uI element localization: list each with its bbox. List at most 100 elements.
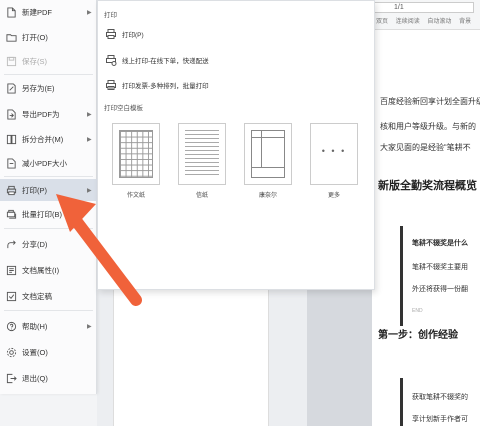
- save-as-icon: [0, 82, 22, 94]
- doc-heading: 第一步：创作经验: [378, 330, 458, 341]
- doc-text-line: 百度经验新回享计划全面升级: [380, 97, 480, 106]
- menu-item-label: 拆分合并(M): [22, 134, 64, 144]
- doc-text-line: 核和用户等级升级。与新的: [380, 122, 476, 131]
- template-label: 康奈尔: [258, 193, 277, 199]
- split-merge-icon: [0, 134, 22, 145]
- menu-item-label: 保存(S): [22, 56, 47, 66]
- blank-template-gallery: 作文纸 信纸 康奈尔 • • • 更多: [112, 123, 370, 203]
- menu-divider: [4, 228, 93, 229]
- menu-item-label: 文档定稿: [22, 291, 52, 301]
- toolbar-item-continuous[interactable]: 连续阅读: [396, 19, 420, 25]
- template-thumbnail: [178, 123, 226, 185]
- batch-print-icon: [0, 209, 22, 220]
- invoice-print-icon: [100, 79, 122, 91]
- file-menu: 新建PDF ▶ 打开(O) 保存(S) 另存为(E) 导出PDF为 ▶ 拆分合并…: [0, 0, 97, 394]
- menu-item-label: 退出(Q): [22, 373, 48, 383]
- quote-bar: [400, 226, 403, 326]
- doc-text-line: 外还将获得一份翻: [412, 286, 468, 293]
- template-thumbnail: [112, 123, 160, 185]
- template-cornell[interactable]: 康奈尔: [244, 123, 292, 203]
- chevron-right-icon: ▶: [87, 9, 92, 16]
- view-toolbar-items: 双页 连续阅读 自动滚动 背景: [376, 16, 477, 25]
- chevron-right-icon: ▶: [87, 136, 92, 143]
- doc-properties-icon: [0, 265, 22, 276]
- submenu-item-invoice-print[interactable]: 打印发票-多种排列，批量打印: [100, 74, 374, 96]
- doc-text-line: 大家见面的是经验“笔耕不: [380, 143, 471, 152]
- menu-item-open[interactable]: 打开(O): [0, 26, 97, 48]
- quote-bar: [400, 378, 403, 426]
- menu-item-compress-pdf[interactable]: 减小PDF大小: [0, 152, 97, 174]
- submenu-item-online-print[interactable]: 线上打印-在线下单，快递配送: [100, 49, 374, 71]
- gear-icon: [0, 347, 22, 358]
- share-icon: [0, 239, 22, 250]
- menu-item-settings[interactable]: 设置(O): [0, 341, 97, 363]
- toolbar-item-background[interactable]: 背景: [459, 19, 471, 25]
- menu-item-doc-finalize[interactable]: 文档定稿: [0, 285, 97, 307]
- menu-divider: [4, 310, 93, 311]
- page-thumbnail-area: [97, 290, 307, 426]
- page-indicator-box[interactable]: [374, 2, 474, 13]
- new-pdf-icon: [0, 6, 22, 18]
- submenu-item-label: 打印(P): [122, 32, 144, 39]
- export-pdf-icon: [0, 108, 22, 120]
- menu-divider: [4, 74, 93, 75]
- template-label: 信纸: [195, 193, 208, 199]
- template-composition-paper[interactable]: 作文纸: [112, 123, 160, 203]
- toolbar-item-double-page[interactable]: 双页: [376, 19, 388, 25]
- doc-heading: 新版全勤奖流程概览: [378, 180, 477, 192]
- template-label: 更多: [327, 193, 340, 199]
- template-thumbnail: • • •: [310, 123, 358, 185]
- menu-item-new-pdf[interactable]: 新建PDF ▶: [0, 1, 97, 23]
- menu-item-label: 打印(P): [22, 185, 47, 195]
- doc-text-line: 享计划新手作者可: [412, 416, 468, 423]
- chevron-right-icon: ▶: [87, 111, 92, 118]
- doc-text-line: 获取笔耕不辍奖的: [412, 394, 468, 401]
- template-letter-paper[interactable]: 信纸: [178, 123, 226, 203]
- doc-text-line: 笔耕不辍奖主要用: [412, 264, 468, 271]
- menu-item-save-as[interactable]: 另存为(E): [0, 77, 97, 99]
- help-icon: [0, 321, 22, 332]
- menu-item-export-pdf[interactable]: 导出PDF为 ▶: [0, 103, 97, 125]
- save-icon: [0, 56, 22, 67]
- page-thumbnail: [113, 290, 269, 426]
- exit-icon: [0, 373, 22, 384]
- document-toolbar: 1/1 双页 连续阅读 自动滚动 背景: [372, 0, 480, 30]
- menu-item-label: 批量打印(B): [22, 209, 62, 219]
- print-submenu: 打印 打印(P) 线上打印-在线下单，快递配送 打印发票-多种排列，批量打印 打…: [97, 0, 375, 290]
- online-print-icon: [100, 54, 122, 66]
- more-icon: • • •: [321, 146, 347, 156]
- template-thumbnail: [244, 123, 292, 185]
- submenu-item-print[interactable]: 打印(P): [100, 23, 374, 45]
- template-section-title: 打印空白模板: [104, 105, 143, 112]
- submenu-item-label: 打印发票-多种排列，批量打印: [122, 83, 209, 90]
- submenu-item-label: 线上打印-在线下单，快递配送: [122, 58, 209, 65]
- menu-item-exit[interactable]: 退出(Q): [0, 367, 97, 389]
- menu-item-help[interactable]: 帮助(H) ▶: [0, 315, 97, 337]
- doc-finalize-icon: [0, 291, 22, 302]
- toolbar-item-auto-scroll[interactable]: 自动滚动: [427, 19, 451, 25]
- print-section-title: 打印: [104, 12, 117, 19]
- menu-item-label: 新建PDF: [22, 7, 52, 17]
- menu-item-label: 文档属性(I): [22, 265, 60, 275]
- chevron-right-icon: ▶: [87, 323, 92, 330]
- menu-item-share[interactable]: 分享(D): [0, 233, 97, 255]
- menu-item-save[interactable]: 保存(S): [0, 50, 97, 72]
- page-indicator: 1/1: [394, 4, 404, 11]
- menu-item-label: 减小PDF大小: [22, 158, 67, 168]
- printer-icon: [100, 28, 122, 40]
- menu-item-print[interactable]: 打印(P) ▶: [0, 179, 97, 201]
- menu-item-label: 分享(D): [22, 239, 48, 249]
- menu-item-split-merge[interactable]: 拆分合并(M) ▶: [0, 128, 97, 150]
- template-label: 作文纸: [126, 193, 145, 199]
- template-more[interactable]: • • • 更多: [310, 123, 358, 203]
- menu-item-batch-print[interactable]: 批量打印(B): [0, 203, 97, 225]
- menu-item-label: 另存为(E): [22, 83, 55, 93]
- chevron-right-icon: ▶: [87, 187, 92, 194]
- folder-open-icon: [0, 32, 22, 43]
- printer-icon: [0, 185, 22, 196]
- menu-divider: [4, 176, 93, 177]
- menu-item-label: 打开(O): [22, 32, 48, 42]
- menu-item-label: 导出PDF为: [22, 109, 60, 119]
- doc-end-label: END: [412, 308, 423, 314]
- menu-item-doc-properties[interactable]: 文档属性(I): [0, 259, 97, 281]
